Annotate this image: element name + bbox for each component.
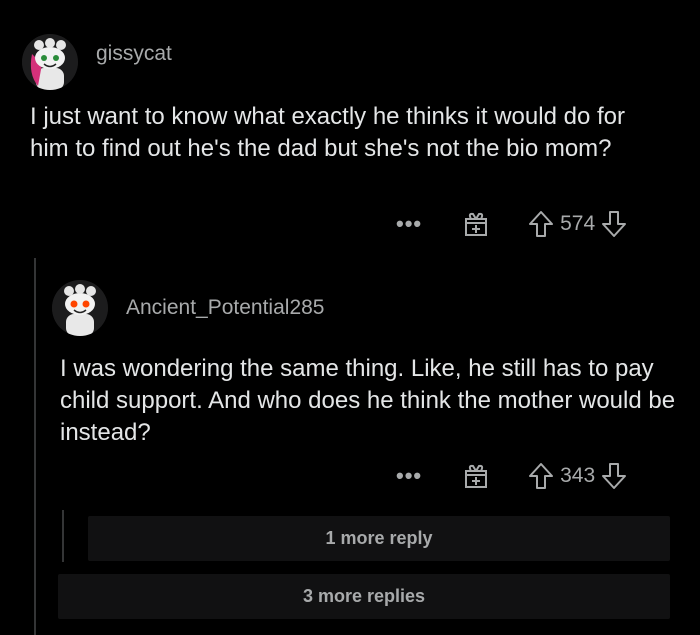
avatar[interactable] xyxy=(52,280,108,336)
gift-award-icon[interactable] xyxy=(462,462,490,490)
upvote-icon[interactable] xyxy=(528,210,554,238)
ellipsis-icon[interactable]: ••• xyxy=(396,211,422,237)
thread-line[interactable] xyxy=(34,258,36,635)
gift-award-icon[interactable] xyxy=(462,210,490,238)
comment-author[interactable]: Ancient_Potential285 xyxy=(126,296,325,320)
snoo-avatar-icon xyxy=(22,34,78,90)
comment-body: I was wondering the same thing. Like, he… xyxy=(60,355,676,446)
snoo-avatar-icon xyxy=(52,280,108,336)
ellipsis-icon[interactable]: ••• xyxy=(396,463,422,489)
comment-author[interactable]: gissycat xyxy=(96,42,172,66)
downvote-icon[interactable] xyxy=(601,462,627,490)
vote-count: 574 xyxy=(560,212,596,235)
comment-body: I just want to know what exactly he thin… xyxy=(30,103,625,162)
thread-line[interactable] xyxy=(62,510,64,562)
comment-actions: ••• 343 xyxy=(396,458,627,494)
downvote-icon[interactable] xyxy=(601,210,627,238)
more-reply-button[interactable]: 1 more reply xyxy=(88,516,670,561)
more-replies-button[interactable]: 3 more replies xyxy=(58,574,670,619)
avatar[interactable] xyxy=(22,34,78,90)
upvote-icon[interactable] xyxy=(528,462,554,490)
vote-count: 343 xyxy=(560,464,596,487)
comment-actions: ••• 574 xyxy=(396,206,627,242)
